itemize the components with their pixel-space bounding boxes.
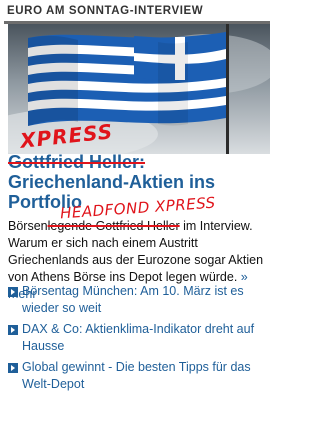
section-title: EURO AM SONNTAG-INTERVIEW — [7, 5, 204, 17]
list-item[interactable]: Börsentag München: Am 10. März ist es wi… — [8, 283, 273, 317]
related-link[interactable]: Global gewinnt - Die besten Tipps für da… — [22, 359, 273, 393]
list-item[interactable]: DAX & Co: Aktienklima-Indikator dreht au… — [8, 321, 273, 355]
teaser-struck-name: legende Gottfried Heller — [47, 219, 180, 233]
arrow-bullet-icon — [8, 287, 18, 297]
headline-main[interactable]: Griechenland-Aktien ins Portfolio — [8, 172, 215, 212]
related-link[interactable]: Börsentag München: Am 10. März ist es wi… — [22, 283, 273, 317]
list-item[interactable]: Global gewinnt - Die besten Tipps für da… — [8, 359, 273, 393]
greek-flag-photo[interactable] — [8, 24, 270, 154]
teaser-prefix: Börsen — [8, 219, 48, 233]
related-links-list: Börsentag München: Am 10. März ist es wi… — [8, 283, 273, 397]
arrow-bullet-icon — [8, 363, 18, 373]
interview-teaser-widget: EURO AM SONNTAG-INTERVIEW XPRESS Gottfri… — [0, 0, 277, 430]
article-headline[interactable]: Gottfried Heller: Griechenland-Aktien in… — [8, 152, 273, 212]
related-link[interactable]: DAX & Co: Aktienklima-Indikator dreht au… — [22, 321, 273, 355]
headline-struck-name[interactable]: Gottfried Heller: — [8, 152, 145, 172]
arrow-bullet-icon — [8, 325, 18, 335]
greek-flag-illustration — [8, 24, 270, 154]
